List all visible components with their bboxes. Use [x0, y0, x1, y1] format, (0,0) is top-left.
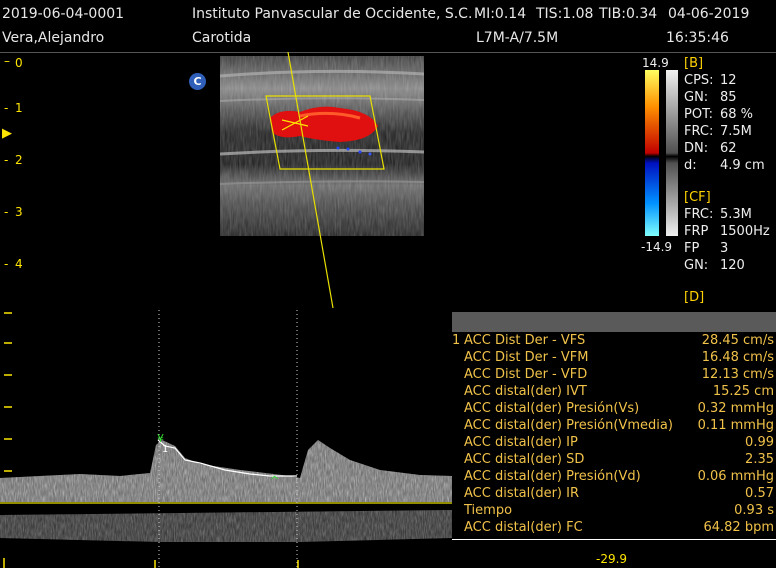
b-param-key: POT: [684, 107, 713, 122]
study-id: 2019-06-04-0001 [2, 6, 125, 22]
b-param-key: DN: [684, 141, 709, 156]
b-param-key: CPS: [684, 73, 714, 88]
measurement-row: ACC distal(der) IVT 15.25 cm [464, 384, 774, 399]
b-param-value: 85 [720, 90, 737, 105]
measurement-row: ACC Dist Der - VFD 12.13 cm/s [464, 367, 774, 382]
cf-param-value: 1500Hz [720, 224, 770, 239]
depth-scale: – 0 - 1 ▶ - 2 - 3 - 4 [2, 54, 23, 271]
diastole-marker-icon[interactable]: ^ [270, 474, 279, 487]
depth-label-4: 4 [15, 257, 23, 271]
b-param-value: 68 % [720, 107, 754, 122]
doppler-spectrum[interactable]: ¥ ^ 1 [0, 310, 452, 568]
cf-param-value: 120 [720, 258, 745, 273]
cf-param-value: 5.3M [720, 207, 752, 222]
d-mode-section: [D] [684, 290, 705, 305]
trace-marker-label: 1 [162, 444, 168, 455]
measurement-row: ACC distal(der) SD 2.35 [464, 452, 774, 467]
probe-name: L7M-A/7.5M [476, 30, 559, 46]
color-scale-max: 14.9 [642, 56, 669, 70]
measurement-row: ACC Dist Der - VFM 16.48 cm/s [464, 350, 774, 365]
measurement-panel-divider [452, 539, 776, 540]
tib-index: TIB:0.34 [599, 6, 658, 22]
cf-param-key: FRP [684, 224, 709, 239]
institution-name: Instituto Panvascular de Occidente, S.C. [192, 6, 473, 22]
measurement-panel-header [452, 312, 776, 332]
measurement-row: ACC distal(der) IP 0.99 [464, 435, 774, 450]
depth-label-0: 0 [15, 56, 23, 70]
b-param-value: 7.5M [720, 124, 752, 139]
cf-param-key: FRC: [684, 207, 714, 222]
b-param-key: FRC: [684, 124, 714, 139]
focus-marker-icon[interactable]: ▶ [2, 126, 12, 141]
measurement-row: Tiempo 0.93 s [464, 503, 774, 518]
measurement-row: ACC distal(der) Presión(Vmedia) 0.11 mmHg [464, 418, 774, 433]
b-param-value: 12 [720, 73, 737, 88]
b-param-value: 4.9 cm [720, 158, 765, 173]
color-scale-min: -14.9 [641, 240, 673, 254]
color-mode-icon: C [189, 73, 206, 90]
depth-label-1: 1 [15, 101, 23, 115]
b-param-value: 62 [720, 141, 737, 156]
measurement-row: ACC distal(der) FC 64.82 bpm [464, 520, 774, 535]
gray-scale-bar [666, 70, 678, 236]
patient-name: Vera,Alejandro [2, 30, 105, 46]
cf-mode-section: [CF] [684, 190, 711, 205]
mi-index: MI:0.14 [474, 6, 527, 22]
tis-index: TIS:1.08 [536, 6, 594, 22]
b-param-key: GN: [684, 90, 709, 105]
exam-type: Carotida [192, 30, 252, 46]
measurement-row: ACC distal(der) Presión(Vs) 0.32 mmHg [464, 401, 774, 416]
measurement-row: 1 ACC Dist Der - VFS 28.45 cm/s [452, 333, 774, 348]
b-param-key: d: [684, 158, 697, 173]
measurement-row: ACC distal(der) IR 0.57 [464, 486, 774, 501]
exam-time: 16:35:46 [666, 30, 729, 46]
b-mode-section: [B] [684, 56, 704, 71]
depth-label-2: 2 [15, 153, 23, 167]
depth-label-3: 3 [15, 205, 23, 219]
doppler-baseline-value: -29.9 [596, 552, 628, 566]
color-velocity-bar [645, 70, 659, 236]
cf-param-key: GN: [684, 258, 709, 273]
measurement-row: ACC distal(der) Presión(Vd) 0.06 mmHg [464, 469, 774, 484]
exam-date: 04-06-2019 [668, 6, 750, 22]
measurement-panel: 1 ACC Dist Der - VFS 28.45 cm/s ACC Dist D… [452, 332, 776, 568]
doppler-cursor-line[interactable] [285, 52, 337, 310]
header-divider [0, 52, 776, 53]
cf-param-value: 3 [720, 241, 729, 256]
cf-param-key: FP [684, 241, 700, 256]
